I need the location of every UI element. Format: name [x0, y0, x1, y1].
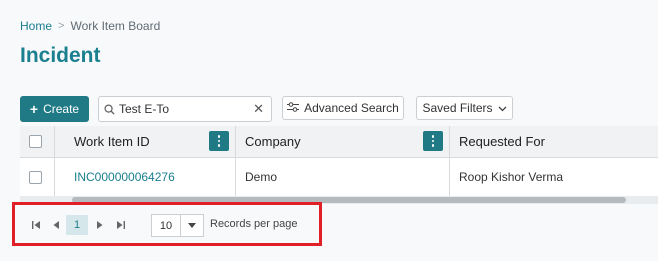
select-all-checkbox-cell [29, 126, 42, 157]
pagination: 1 10 Records per page [20, 210, 300, 240]
requested-for-cell: Roop Kishor Verma [459, 170, 564, 184]
last-page-icon[interactable] [110, 215, 130, 235]
search-box[interactable]: ✕ [98, 96, 272, 122]
kebab-menu-icon[interactable] [423, 131, 443, 151]
breadcrumb-current: Work Item Board [70, 19, 161, 33]
plus-icon: + [29, 101, 39, 117]
column-divider [449, 126, 450, 157]
work-item-id-link[interactable]: INC000000064276 [74, 158, 175, 196]
column-header-requested-for[interactable]: Requested For [459, 126, 545, 157]
create-button-label: Create [43, 102, 80, 116]
horizontal-scrollbar[interactable] [20, 196, 658, 204]
saved-filters-button[interactable]: Saved Filters [416, 96, 513, 120]
page-size-select[interactable]: 10 [151, 214, 204, 237]
search-icon [99, 103, 119, 115]
column-divider [235, 126, 236, 157]
table-row[interactable]: INC000000064276 Demo Roop Kishor Verma [20, 158, 658, 197]
work-item-grid: Work Item ID Company Requested For INC00… [20, 126, 658, 197]
current-page-button[interactable]: 1 [66, 215, 88, 235]
row-checkbox[interactable] [29, 170, 42, 184]
page-size-value: 10 [159, 219, 173, 232]
records-per-page-label: Records per page [210, 218, 298, 230]
column-header-company[interactable]: Company [245, 126, 301, 157]
saved-filters-label: Saved Filters [422, 101, 493, 115]
column-divider [235, 158, 236, 196]
scrollbar-thumb[interactable] [72, 197, 626, 203]
page-title: Incident [20, 44, 101, 67]
create-button[interactable]: + Create [20, 96, 89, 122]
company-cell: Demo [245, 170, 278, 184]
previous-page-icon[interactable] [46, 215, 66, 235]
search-input[interactable] [119, 102, 249, 116]
breadcrumb-home-link[interactable]: Home [20, 19, 52, 33]
caret-down-icon[interactable] [180, 215, 203, 236]
advanced-search-label: Advanced Search [304, 101, 399, 115]
sliders-icon [287, 101, 300, 115]
kebab-menu-icon[interactable] [209, 131, 229, 151]
column-divider [54, 158, 55, 196]
first-page-icon[interactable] [26, 215, 46, 235]
advanced-search-button[interactable]: Advanced Search [282, 96, 404, 120]
column-divider [54, 126, 55, 157]
close-icon[interactable]: ✕ [253, 101, 264, 117]
row-checkbox-cell [29, 158, 42, 196]
grid-header: Work Item ID Company Requested For [20, 126, 658, 158]
next-page-icon[interactable] [90, 215, 110, 235]
select-all-checkbox[interactable] [29, 135, 42, 148]
chevron-down-icon [498, 101, 507, 115]
breadcrumb: Home > Work Item Board [20, 19, 160, 33]
breadcrumb-separator: > [58, 20, 65, 32]
column-header-work-item-id[interactable]: Work Item ID [74, 126, 150, 157]
column-divider [449, 158, 450, 196]
